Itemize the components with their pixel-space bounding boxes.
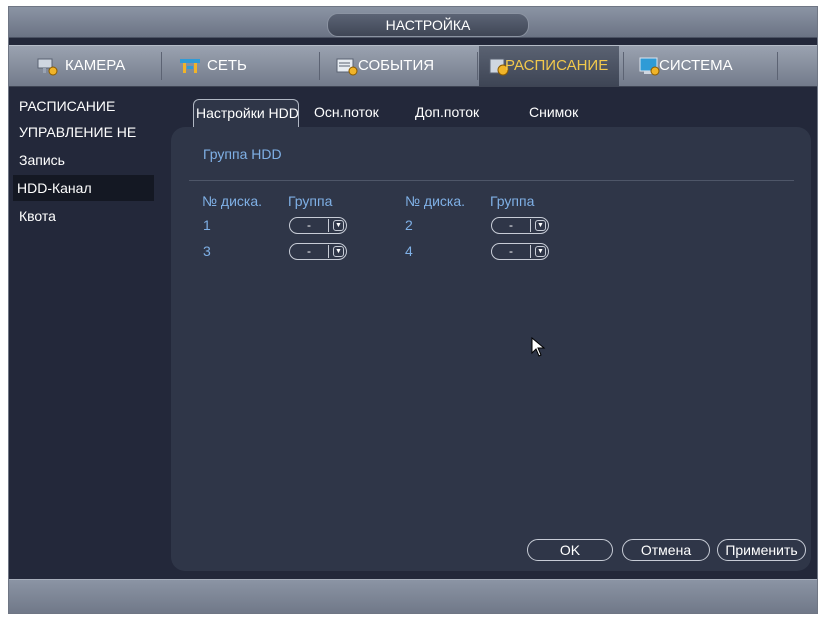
tab-sub-stream[interactable]: Доп.поток: [415, 99, 479, 125]
menu-tab-network[interactable]: СЕТЬ: [179, 46, 319, 86]
system-icon: [639, 57, 660, 76]
menu-tab-label: СОБЫТИЯ: [358, 57, 435, 74]
apply-button[interactable]: Применить: [717, 539, 806, 561]
tab-main-stream[interactable]: Осн.поток: [314, 99, 379, 125]
events-icon: [336, 58, 358, 76]
disk-number: 3: [203, 243, 211, 259]
disk-number: 4: [405, 243, 413, 259]
window-title: НАСТРОЙКА: [327, 13, 529, 37]
chevron-down-icon: ▼: [333, 246, 344, 257]
settings-window: НАСТРОЙКА КАМЕРА СЕТЬ СОБЫТИЯ РАСПИСАНИЕ…: [8, 6, 818, 614]
disk-number: 1: [203, 217, 211, 233]
camera-settings-icon: [37, 58, 58, 76]
menu-tab-label: РАСПИСАНИЕ: [505, 57, 609, 74]
sidebar-item-hdd-channel[interactable]: HDD-Канал: [13, 175, 154, 201]
chevron-down-icon: ▼: [333, 220, 344, 231]
section-title: Группа HDD: [203, 146, 282, 162]
tab-snapshot[interactable]: Снимок: [529, 99, 578, 125]
main-menu: КАМЕРА СЕТЬ СОБЫТИЯ РАСПИСАНИЕ СИСТЕМА: [9, 45, 817, 87]
chevron-down-icon: ▼: [535, 246, 546, 257]
group-select[interactable]: - ▼: [289, 217, 347, 234]
menu-tab-camera[interactable]: КАМЕРА: [19, 46, 159, 86]
mouse-pointer-icon: [531, 337, 546, 357]
menu-tab-schedule[interactable]: РАСПИСАНИЕ: [479, 46, 619, 86]
column-disk-number: № диска.: [202, 193, 263, 209]
group-select[interactable]: - ▼: [491, 217, 549, 234]
group-select[interactable]: - ▼: [491, 243, 549, 260]
group-select[interactable]: - ▼: [289, 243, 347, 260]
network-icon: [180, 59, 200, 73]
sidebar-item-schedule[interactable]: РАСПИСАНИЕ: [15, 93, 155, 119]
title-bar: НАСТРОЙКА: [9, 7, 817, 38]
group-select-value: -: [509, 218, 513, 232]
sidebar-item-quota[interactable]: Квота: [15, 203, 155, 229]
disk-number: 2: [405, 217, 413, 233]
group-select-value: -: [509, 244, 513, 258]
menu-tab-label: КАМЕРА: [65, 57, 126, 74]
status-bar: [9, 579, 817, 613]
cancel-button[interactable]: Отмена: [622, 539, 710, 561]
column-group: Группа: [288, 193, 333, 209]
column-disk-number: № диска.: [405, 193, 466, 209]
sidebar-item-hdd-management[interactable]: УПРАВЛЕНИЕ НЕ: [15, 119, 155, 145]
section-divider: [189, 180, 794, 181]
group-select-value: -: [307, 244, 311, 258]
group-select-value: -: [307, 218, 311, 232]
menu-tab-system[interactable]: СИСТЕМА: [637, 46, 777, 86]
sidebar-item-record[interactable]: Запись: [15, 147, 155, 173]
tab-hdd-settings[interactable]: Настройки HDD: [193, 99, 299, 127]
menu-tab-label: СИСТЕМА: [659, 57, 733, 74]
menu-tab-label: СЕТЬ: [207, 57, 247, 74]
chevron-down-icon: ▼: [535, 220, 546, 231]
ok-button[interactable]: OK: [527, 539, 613, 561]
column-group: Группа: [490, 193, 535, 209]
menu-tab-events[interactable]: СОБЫТИЯ: [334, 46, 474, 86]
